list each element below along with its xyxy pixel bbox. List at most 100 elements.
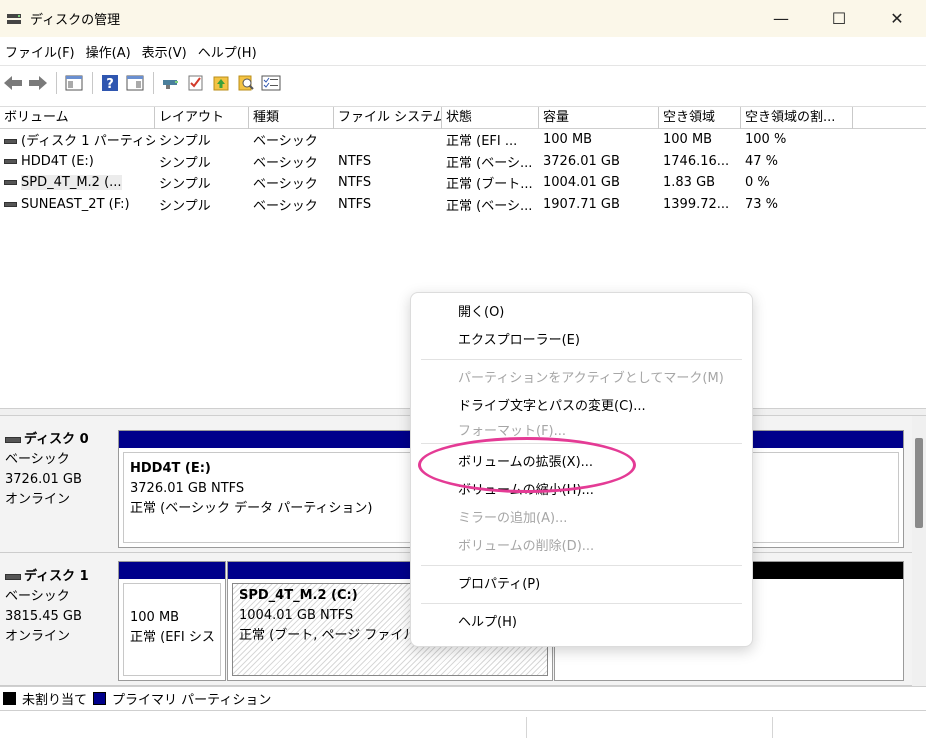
menu-separator — [421, 359, 742, 360]
column-header-status[interactable]: 状態 — [442, 107, 539, 129]
console-tree-icon[interactable] — [63, 72, 85, 94]
menu-help[interactable]: ヘルプ(H) — [193, 42, 263, 61]
layout-cell: シンプル — [159, 177, 211, 193]
help-icon[interactable]: ? — [99, 72, 121, 94]
type-cell: ベーシック — [253, 198, 318, 214]
column-header-layout[interactable]: レイアウト — [155, 107, 249, 129]
layout-cell: シンプル — [159, 155, 211, 171]
legend-unallocated: 未割り当て — [22, 693, 88, 708]
menu-item-extend-volume[interactable]: ボリュームの拡張(X)... — [411, 449, 752, 477]
partition-info: 100 MB 正常 (EFI シス — [123, 583, 221, 676]
close-button[interactable]: ✕ — [868, 0, 926, 37]
volume-icon — [4, 139, 17, 145]
menu-view[interactable]: 表示(V) — [137, 42, 193, 61]
menu-item-help[interactable]: ヘルプ(H) — [411, 609, 752, 637]
table-row[interactable]: (ディスク 1 パーティショ... シンプル ベーシック 正常 (EFI ...… — [0, 129, 926, 151]
menu-item-shrink-volume[interactable]: ボリュームの縮小(H)... — [411, 477, 752, 505]
status-cell: 正常 (ブート... — [446, 177, 533, 193]
menu-separator — [421, 603, 742, 604]
back-arrow-icon[interactable] — [2, 72, 24, 94]
volume-list-header: ボリューム レイアウト 種類 ファイル システム 状態 容量 空き領域 空き領域… — [0, 107, 926, 129]
primary-partition-bar — [119, 562, 225, 579]
import-icon[interactable] — [210, 72, 232, 94]
minimize-button[interactable]: — — [752, 0, 810, 37]
check-icon[interactable] — [185, 72, 207, 94]
menu-action[interactable]: 操作(A) — [81, 42, 137, 61]
menu-file[interactable]: ファイル(F) — [0, 42, 81, 61]
menu-item-change-drive-letter[interactable]: ドライブ文字とパスの変更(C)... — [411, 393, 752, 421]
free-space-cell: 1746.16... — [663, 153, 730, 169]
status-cell: 正常 (ベーシ... — [446, 155, 533, 171]
menu-item-explorer[interactable]: エクスプローラー(E) — [411, 327, 752, 355]
disk-management-icon — [6, 12, 22, 26]
free-percent-cell: 73 % — [745, 196, 779, 212]
status-separator — [526, 717, 527, 738]
table-row[interactable]: HDD4T (E:) シンプル ベーシック NTFS 正常 (ベーシ... 37… — [0, 151, 926, 173]
title-bar: ディスクの管理 — ☐ ✕ — [0, 0, 926, 37]
column-header-filesystem[interactable]: ファイル システム — [334, 107, 442, 129]
free-percent-cell: 0 % — [745, 175, 770, 191]
type-cell: ベーシック — [253, 155, 318, 171]
volume-icon — [4, 201, 17, 207]
scrollbar-thumb[interactable] — [915, 438, 923, 528]
menu-item-add-mirror: ミラーの追加(A)... — [458, 511, 568, 526]
partition-status: 正常 (EFI シス — [130, 630, 215, 645]
volume-cell: HDD4T (E:) — [0, 154, 155, 169]
filesystem-cell: NTFS — [338, 175, 372, 191]
window-title: ディスクの管理 — [30, 13, 121, 28]
free-space-cell: 100 MB — [663, 132, 713, 148]
table-row[interactable]: SPD_4T_M.2 (... シンプル ベーシック NTFS 正常 (ブート.… — [0, 172, 926, 194]
disk-1-label[interactable]: ディスク 1 ベーシック 3815.45 GB オンライン — [0, 553, 116, 685]
menu-separator — [421, 443, 742, 444]
free-percent-cell: 47 % — [745, 153, 779, 169]
disk-icon — [5, 436, 21, 443]
disk-status: オンライン — [5, 492, 71, 507]
primary-legend-swatch — [93, 692, 107, 705]
legend: 未割り当て プライマリ パーティション — [0, 686, 926, 710]
menu-item-properties[interactable]: プロパティ(P) — [411, 571, 752, 599]
status-cell: 正常 (EFI ... — [446, 134, 518, 150]
table-row[interactable]: SUNEAST_2T (F:) シンプル ベーシック NTFS 正常 (ベーシ.… — [0, 194, 926, 216]
menu-item-mark-active: パーティションをアクティブとしてマーク(M) — [458, 371, 724, 386]
column-header-free-space[interactable]: 空き領域 — [659, 107, 741, 129]
context-menu: 開く(O) エクスプローラー(E) パーティションをアクティブとしてマーク(M)… — [410, 292, 753, 647]
disk-name: ディスク 1 — [24, 569, 89, 584]
unallocated-legend-swatch — [3, 692, 16, 705]
connect-icon[interactable] — [160, 72, 182, 94]
svg-text:?: ? — [106, 77, 114, 92]
layout-cell: シンプル — [159, 198, 211, 214]
toolbar: ? — [0, 65, 926, 99]
properties-icon[interactable] — [260, 72, 282, 94]
menu-separator — [421, 565, 742, 566]
search-icon[interactable] — [235, 72, 257, 94]
legend-primary: プライマリ パーティション — [112, 693, 272, 708]
maximize-button[interactable]: ☐ — [810, 0, 868, 37]
disk-0-label[interactable]: ディスク 0 ベーシック 3726.01 GB オンライン — [0, 416, 116, 552]
type-cell: ベーシック — [253, 134, 318, 150]
column-header-volume[interactable]: ボリューム — [0, 107, 155, 129]
column-header-type[interactable]: 種類 — [249, 107, 334, 129]
forward-arrow-icon[interactable] — [27, 72, 49, 94]
vertical-scrollbar[interactable] — [912, 416, 926, 686]
disk-icon — [5, 573, 21, 580]
volume-icon — [4, 180, 17, 186]
partition-size: 100 MB — [130, 610, 180, 625]
status-separator — [772, 717, 773, 738]
column-header-capacity[interactable]: 容量 — [539, 107, 659, 129]
toolbar-separator — [92, 71, 93, 94]
capacity-cell: 100 MB — [543, 132, 593, 148]
toolbar-separator — [56, 71, 57, 94]
disk-size: 3726.01 GB — [5, 472, 82, 487]
menu-item-open[interactable]: 開く(O) — [411, 299, 752, 327]
filesystem-cell: NTFS — [338, 153, 372, 169]
capacity-cell: 3726.01 GB — [543, 153, 620, 169]
menu-item-delete-volume: ボリュームの削除(D)... — [458, 539, 595, 554]
volume-cell: SPD_4T_M.2 (... — [0, 175, 155, 191]
action-pane-icon[interactable] — [124, 72, 146, 94]
column-header-free-percent[interactable]: 空き領域の割... — [741, 107, 853, 129]
menu-bar: ファイル(F) 操作(A) 表示(V) ヘルプ(H) — [0, 37, 926, 65]
capacity-cell: 1004.01 GB — [543, 175, 620, 191]
free-space-cell: 1399.72... — [663, 196, 730, 212]
partition-efi[interactable]: 100 MB 正常 (EFI シス — [118, 561, 226, 681]
free-space-cell: 1.83 GB — [663, 175, 716, 191]
